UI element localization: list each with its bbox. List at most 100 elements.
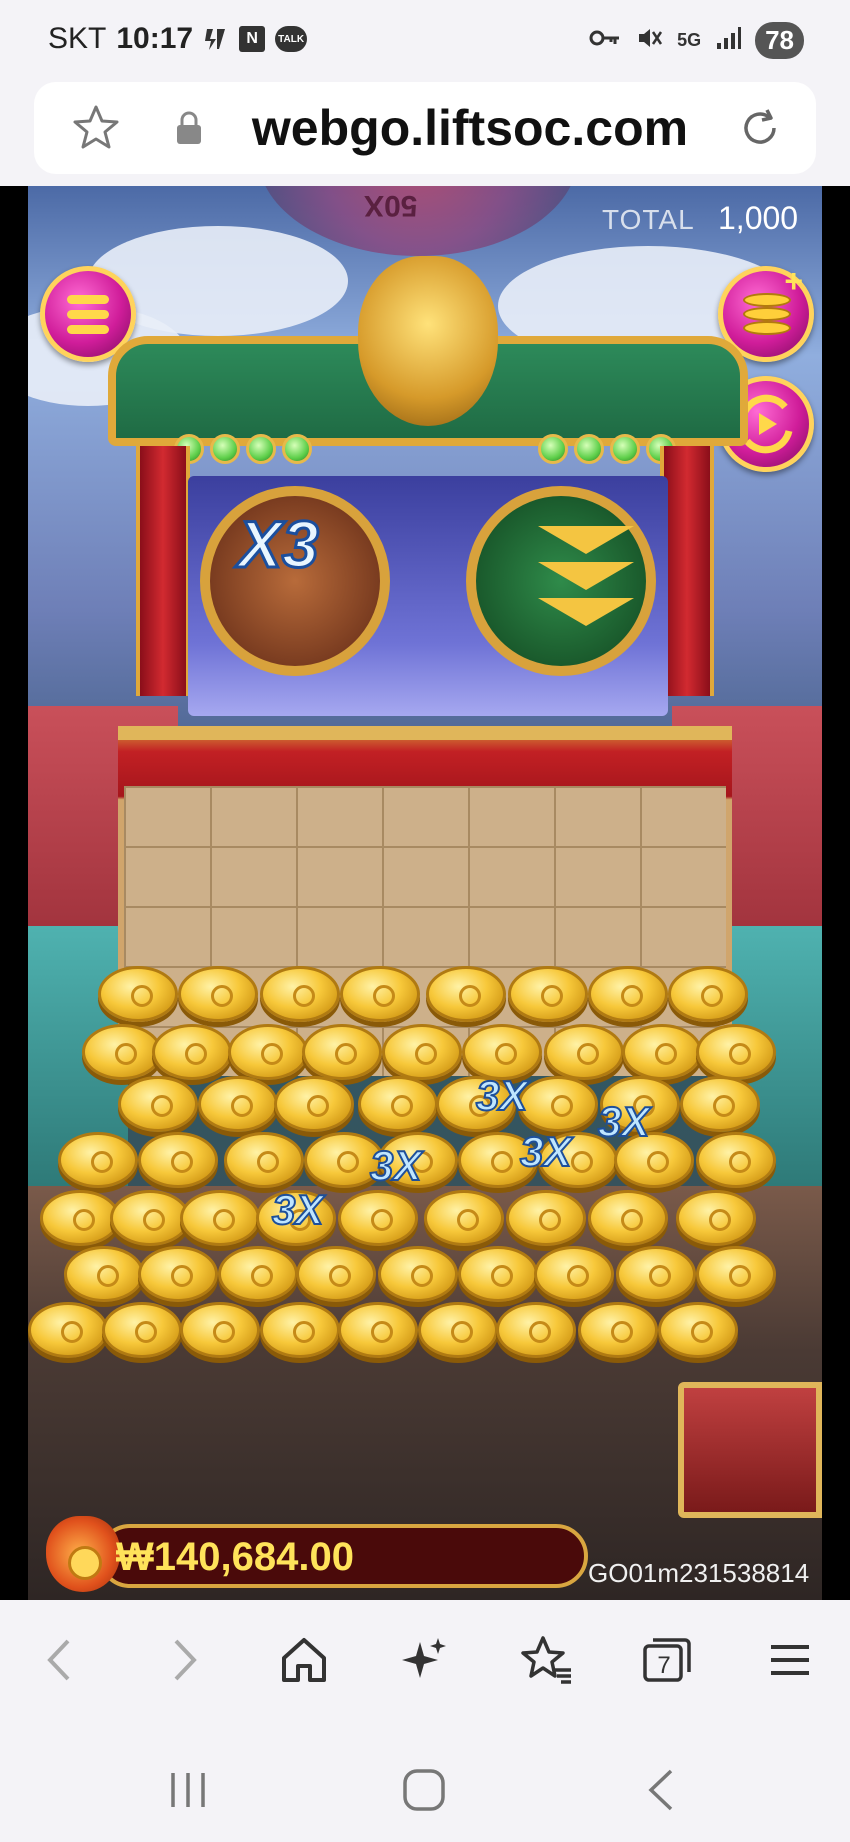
gold-coin	[118, 1076, 198, 1132]
menu-icon	[67, 295, 109, 304]
gem-row-right	[538, 434, 676, 464]
star-icon[interactable]	[70, 102, 122, 154]
home-button-icon[interactable]	[394, 1760, 454, 1820]
gold-coin	[218, 1246, 298, 1302]
gold-coin	[40, 1190, 120, 1246]
gold-coin	[102, 1302, 182, 1358]
gold-coin	[622, 1024, 702, 1080]
carrier-label: SKT	[48, 22, 107, 55]
gold-coin	[274, 1076, 354, 1132]
gold-coin	[178, 966, 258, 1022]
gold-coin	[458, 1246, 538, 1302]
gold-coin	[338, 1302, 418, 1358]
gold-coin	[382, 1024, 462, 1080]
gold-coin	[544, 1024, 624, 1080]
coin-multiplier-label: 3X	[369, 1141, 422, 1190]
talk-icon: TALK	[275, 26, 308, 52]
menu-icon[interactable]	[760, 1630, 820, 1690]
system-back-icon[interactable]	[632, 1760, 692, 1820]
gold-coin	[82, 1024, 162, 1080]
forward-icon[interactable]	[154, 1630, 214, 1690]
ai-sparkle-icon[interactable]	[394, 1630, 454, 1690]
gold-coin	[198, 1076, 278, 1132]
battery-level: 78	[755, 22, 804, 59]
mute-icon	[635, 24, 663, 58]
gold-coin	[64, 1246, 144, 1302]
gold-coin	[588, 966, 668, 1022]
gold-coin	[508, 966, 588, 1022]
system-navigation-bar	[0, 1720, 850, 1842]
dragon-head-ornament	[358, 256, 498, 426]
gold-coin	[426, 966, 506, 1022]
gold-coin	[224, 1132, 304, 1188]
browser-toolbar: 7	[0, 1600, 850, 1720]
pillar-right	[660, 446, 714, 696]
status-bar: SKT 10:17 N TALK 5G 78	[0, 0, 850, 76]
key-icon	[589, 28, 621, 54]
gold-coin	[696, 1024, 776, 1080]
gold-coin	[180, 1302, 260, 1358]
wheel-label: 50X	[364, 189, 418, 222]
voltage-icon	[203, 26, 229, 52]
gold-coin	[138, 1246, 218, 1302]
money-bag-icon	[46, 1516, 120, 1592]
lock-icon	[174, 110, 204, 146]
clock: 10:17	[116, 22, 194, 55]
gold-coin	[98, 966, 178, 1022]
address-bar[interactable]: webgo.liftsoc.com	[34, 82, 816, 174]
gold-coin	[496, 1302, 576, 1358]
gold-coin	[28, 1302, 108, 1358]
gold-coin	[658, 1302, 738, 1358]
total-bet-value: 1,000	[718, 200, 799, 236]
gold-coin	[180, 1190, 260, 1246]
home-icon[interactable]	[274, 1630, 334, 1690]
plus-icon: +	[784, 263, 803, 299]
total-bet-label: TOTAL	[602, 204, 695, 235]
gold-coin	[302, 1024, 382, 1080]
gold-coin	[506, 1190, 586, 1246]
gold-coin	[338, 1190, 418, 1246]
reload-icon[interactable]	[734, 102, 786, 154]
game-session-id: GO01m231538814	[588, 1558, 810, 1588]
coin-multiplier-label: 3X	[271, 1185, 324, 1234]
coin-multiplier-label: 3X	[597, 1097, 650, 1146]
gold-coin	[296, 1246, 376, 1302]
gold-coin	[110, 1190, 190, 1246]
gold-coin	[358, 1076, 438, 1132]
gold-coin	[58, 1132, 138, 1188]
gold-coin	[676, 1190, 756, 1246]
gold-coin	[534, 1246, 614, 1302]
url-text[interactable]: webgo.liftsoc.com	[210, 82, 730, 174]
gold-coin	[588, 1190, 668, 1246]
gold-coin	[138, 1132, 218, 1188]
back-icon[interactable]	[30, 1630, 90, 1690]
game-canvas[interactable]: 50X TOTAL 1,000 + X3 3X 3X 3X 3X 3X ₩140…	[28, 186, 822, 1600]
signal-icon	[715, 25, 742, 57]
network-type: 5G	[677, 30, 702, 50]
gold-coin	[668, 966, 748, 1022]
gold-coin	[696, 1246, 776, 1302]
gold-coin	[616, 1246, 696, 1302]
gold-coin	[424, 1190, 504, 1246]
coin-multiplier-label: 3X	[519, 1127, 572, 1176]
naver-icon: N	[239, 26, 266, 52]
gold-coin	[680, 1076, 760, 1132]
bookmarks-icon[interactable]	[516, 1630, 576, 1690]
gold-coin	[578, 1302, 658, 1358]
treasure-chest	[678, 1382, 822, 1518]
coin-multiplier-label: 3X	[475, 1071, 528, 1120]
gold-coin	[152, 1024, 232, 1080]
pillar-left	[136, 446, 190, 696]
gem-row-left	[174, 434, 312, 464]
tab-count: 7	[657, 1652, 671, 1679]
balance-value: ₩140,684.00	[116, 1535, 354, 1579]
gold-coin	[378, 1246, 458, 1302]
multiplier-badge-text: X3	[237, 506, 321, 583]
gold-coin	[696, 1132, 776, 1188]
tabs-icon[interactable]: 7	[638, 1630, 698, 1690]
game-viewport[interactable]: 50X TOTAL 1,000 + X3 3X 3X 3X 3X 3X ₩140…	[0, 186, 850, 1600]
gold-coin	[518, 1076, 598, 1132]
chevron-down-icon	[538, 526, 634, 554]
gold-coin	[260, 1302, 340, 1358]
recent-apps-icon[interactable]	[158, 1760, 218, 1820]
